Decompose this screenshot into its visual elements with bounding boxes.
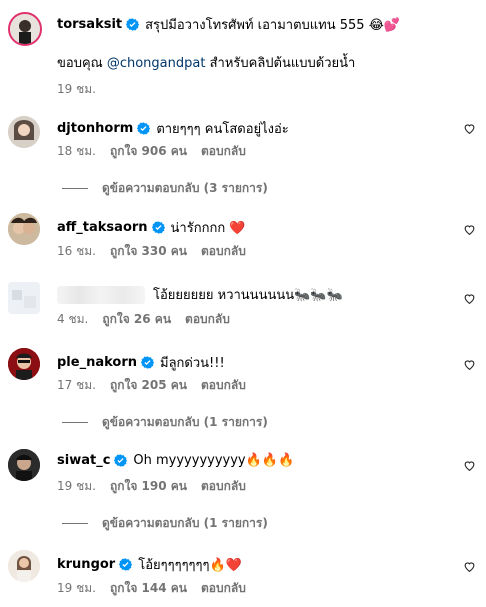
timestamp: 19 ชม. [57, 82, 96, 96]
view-replies-button[interactable]: ดูข้อความตอบกลับ (1 รายการ) [62, 413, 268, 432]
timestamp: 16 ชม. [57, 244, 96, 258]
timestamp: 18 ชม. [57, 144, 96, 158]
verified-badge-icon [141, 356, 154, 369]
comment: djtonhorm ตายๆๆๆ คนโสดอยู่ไงอ่ะ 18 ชม. ถ… [0, 110, 486, 200]
comment: aff_taksaorn น่ารักกกก ❤️ 16 ชม. ถูกใจ 3… [0, 207, 486, 267]
avatar[interactable] [8, 550, 40, 582]
view-replies-label: ดูข้อความตอบกลับ (1 รายการ) [102, 415, 268, 429]
username[interactable]: torsaksit [57, 17, 122, 32]
verified-badge-icon [126, 18, 140, 31]
view-replies-label: ดูข้อความตอบกลับ (1 รายการ) [102, 516, 268, 530]
avatar[interactable] [8, 282, 40, 314]
view-replies-label: ดูข้อความตอบกลับ (3 รายการ) [102, 181, 268, 195]
mention-link[interactable]: @chongandpat [107, 56, 206, 71]
heart-icon[interactable] [463, 223, 476, 236]
blurred-username [57, 285, 145, 304]
comment: ple_nakorn มีลูกด่วน!!! 17 ชม. ถูกใจ 205… [0, 342, 486, 432]
post-caption: torsaksit สรุปมีอวางโทรศัพท์ เอามาตบแทน … [0, 0, 486, 100]
divider [62, 523, 88, 524]
like-count[interactable]: ถูกใจ 190 คน [110, 477, 187, 496]
like-count[interactable]: ถูกใจ 144 คน [110, 579, 187, 598]
reply-button[interactable]: ตอบกลับ [201, 142, 246, 161]
timestamp: 19 ชม. [57, 479, 96, 493]
comment: โอ้ยยยยยย หวานนนนนน🐜🐜🐜 4 ชม. ถูกใจ 26 คน… [0, 272, 486, 332]
heart-icon[interactable] [463, 560, 476, 573]
reply-button[interactable]: ตอบกลับ [201, 477, 246, 496]
caption-line2-suffix: สำหรับคลิปต้นแบบด้วยน้ำ [205, 56, 356, 71]
verified-badge-icon [119, 558, 133, 571]
username[interactable]: krungor [57, 557, 115, 572]
like-count[interactable]: ถูกใจ 330 คน [110, 242, 187, 261]
avatar[interactable] [8, 116, 40, 148]
verified-badge-icon [114, 454, 128, 467]
reply-button[interactable]: ตอบกลับ [185, 310, 230, 329]
divider [62, 422, 88, 423]
heart-icon[interactable] [463, 122, 476, 135]
timestamp: 19 ชม. [57, 581, 96, 595]
avatar[interactable] [8, 213, 40, 245]
view-replies-button[interactable]: ดูข้อความตอบกลับ (1 รายการ) [62, 514, 268, 533]
reply-button[interactable]: ตอบกลับ [201, 376, 246, 395]
like-count[interactable]: ถูกใจ 906 คน [110, 142, 187, 161]
comment-text: โอ้ยๆๆๆๆๆๆๆ🔥❤️ [138, 558, 242, 573]
verified-badge-icon [151, 221, 165, 234]
reply-button[interactable]: ตอบกลับ [201, 579, 246, 598]
username[interactable]: siwat_c [57, 453, 110, 468]
avatar[interactable] [8, 449, 40, 481]
caption-text: สรุปมีอวางโทรศัพท์ เอามาตบแทน 555 😂💕 [145, 18, 401, 33]
avatar[interactable] [8, 12, 42, 46]
heart-icon[interactable] [463, 292, 476, 305]
comment: siwat_c Oh myyyyyyyyyy🔥🔥🔥 19 ชม. ถูกใจ 1… [0, 447, 486, 537]
username[interactable]: ple_nakorn [57, 355, 137, 370]
comment-text: โอ้ยยยยยย หวานนนนนน🐜🐜🐜 [153, 288, 343, 303]
view-replies-button[interactable]: ดูข้อความตอบกลับ (3 รายการ) [62, 179, 268, 198]
avatar[interactable] [8, 348, 40, 380]
username[interactable]: djtonhorm [57, 121, 133, 136]
heart-icon[interactable] [463, 358, 476, 371]
comment-text: Oh myyyyyyyyyy🔥🔥🔥 [133, 453, 295, 468]
caption-line2-prefix: ขอบคุณ [57, 56, 107, 71]
timestamp: 17 ชม. [57, 378, 96, 392]
reply-button[interactable]: ตอบกลับ [201, 242, 246, 261]
divider [62, 188, 88, 189]
comment-text: มีลูกด่วน!!! [160, 356, 225, 371]
comment: krungor โอ้ยๆๆๆๆๆๆๆ🔥❤️ 19 ชม. ถูกใจ 144 … [0, 548, 486, 607]
comment-text: ตายๆๆๆ คนโสดอยู่ไงอ่ะ [156, 122, 289, 137]
username[interactable]: aff_taksaorn [57, 220, 148, 235]
timestamp: 4 ชม. [57, 312, 89, 326]
heart-icon[interactable] [463, 459, 476, 472]
like-count[interactable]: ถูกใจ 26 คน [102, 310, 171, 329]
like-count[interactable]: ถูกใจ 205 คน [110, 376, 187, 395]
comment-text: น่ารักกกก ❤️ [170, 221, 246, 236]
verified-badge-icon [137, 122, 151, 135]
